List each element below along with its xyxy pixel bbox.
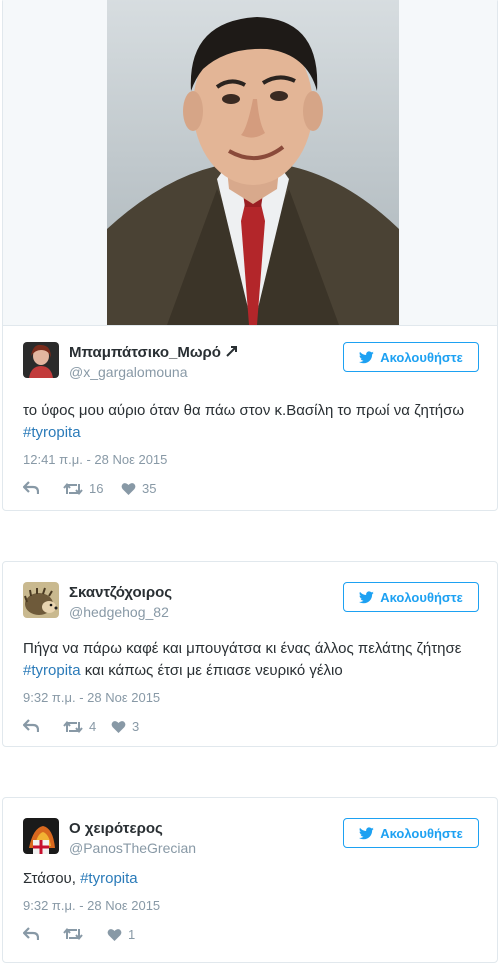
display-name[interactable]: Σκαντζόχοιρος <box>69 584 172 601</box>
avatar[interactable] <box>23 342 59 378</box>
tweet-text: Πήγα να πάρω καφέ και μπουγάτσα κι ένας … <box>23 640 462 679</box>
like-button[interactable]: 35 <box>121 481 156 496</box>
retweet-button[interactable] <box>63 927 89 941</box>
timestamp[interactable]: 9:32 π.μ. - 28 Νοε 2015 <box>23 898 477 913</box>
like-button[interactable]: 1 <box>107 927 135 942</box>
tweet-text: το ύφος μου αύριο όταν θα πάω στον κ.Βασ… <box>23 402 465 441</box>
follow-button[interactable]: Ακολουθήστε <box>343 582 479 612</box>
tweet-media[interactable] <box>3 0 497 326</box>
tweet-card-1: Μπαμπάτσικο_Μωρό @x_gargalomouna Ακολουθ… <box>2 0 498 511</box>
follow-button[interactable]: Ακολουθήστε <box>343 342 479 372</box>
tweet-card-3: Ο χειρότερος @PanosTheGrecian Ακολουθήστ… <box>2 797 498 963</box>
tweet-actions: 16 35 <box>23 481 477 505</box>
tweet-photo <box>107 0 399 325</box>
reply-button[interactable] <box>23 481 39 495</box>
timestamp[interactable]: 12:41 π.μ. - 28 Νοε 2015 <box>23 452 477 467</box>
retweet-count: 16 <box>89 481 104 496</box>
like-count: 3 <box>132 719 140 734</box>
heart-icon <box>121 482 136 495</box>
retweet-icon <box>63 720 83 733</box>
like-count: 35 <box>142 481 157 496</box>
heart-icon <box>107 928 122 941</box>
tweet-text: Στάσου, #tyropita <box>23 870 138 887</box>
tweet-actions: 1 <box>23 927 477 951</box>
tweet-card-2: Σκαντζόχοιρος @hedgehog_82 Ακολουθήστε Π… <box>2 561 498 747</box>
reply-button[interactable] <box>23 719 39 733</box>
like-button[interactable]: 3 <box>111 719 139 734</box>
follow-label: Ακολουθήστε <box>380 349 463 365</box>
display-name[interactable]: Μπαμπάτσικο_Μωρό <box>69 344 239 361</box>
reply-icon <box>23 927 39 940</box>
heart-icon <box>111 720 126 733</box>
retweet-icon <box>63 927 83 941</box>
retweet-button[interactable]: 4 <box>63 719 96 734</box>
user-handle[interactable]: @hedgehog_82 <box>69 604 169 620</box>
follow-label: Ακολουθήστε <box>380 825 463 841</box>
twitter-bird-icon <box>359 350 374 363</box>
retweet-count: 4 <box>89 719 97 734</box>
retweet-icon <box>63 482 83 495</box>
display-name[interactable]: Ο χειρότερος <box>69 820 163 837</box>
user-handle[interactable]: @x_gargalomouna <box>69 364 188 380</box>
twitter-bird-icon <box>359 590 374 603</box>
follow-label: Ακολουθήστε <box>380 589 463 605</box>
avatar[interactable] <box>23 582 59 618</box>
hashtag-link[interactable]: #tyropita <box>80 870 138 887</box>
reply-button[interactable] <box>23 927 39 941</box>
reply-icon <box>23 719 39 732</box>
retweet-button[interactable]: 16 <box>63 481 103 496</box>
arrow-icon <box>226 346 238 357</box>
like-count: 1 <box>128 927 136 942</box>
tweet-actions: 4 3 <box>23 719 477 743</box>
user-handle[interactable]: @PanosTheGrecian <box>69 840 196 856</box>
hashtag-link[interactable]: #tyropita <box>23 424 81 441</box>
hashtag-link[interactable]: #tyropita <box>23 662 81 679</box>
twitter-bird-icon <box>359 826 374 839</box>
avatar[interactable] <box>23 818 59 854</box>
reply-icon <box>23 481 39 494</box>
follow-button[interactable]: Ακολουθήστε <box>343 818 479 848</box>
timestamp[interactable]: 9:32 π.μ. - 28 Νοε 2015 <box>23 690 477 705</box>
